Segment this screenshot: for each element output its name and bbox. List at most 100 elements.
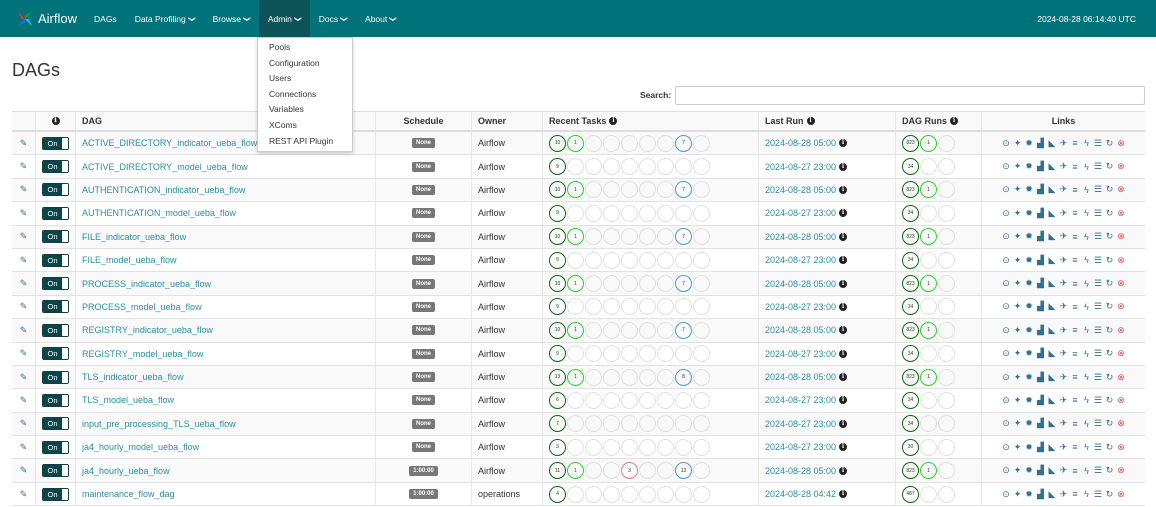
play-circle-icon[interactable]: ⊙ xyxy=(1000,278,1012,289)
task-status-circle[interactable] xyxy=(621,158,638,176)
area-chart-icon[interactable]: ◣ xyxy=(1046,489,1058,500)
task-status-circle[interactable]: 1 xyxy=(567,321,584,339)
bar-chart-icon[interactable]: ▟ xyxy=(1035,465,1047,476)
bolt-icon[interactable]: ϟ xyxy=(1081,279,1093,289)
dag-run-status-circle[interactable] xyxy=(938,275,955,293)
dag-run-status-circle[interactable]: 34 xyxy=(902,204,919,222)
asterisk-icon[interactable]: ✹ xyxy=(1023,465,1035,476)
pin-icon[interactable]: ✦ xyxy=(1012,161,1024,172)
task-status-circle[interactable] xyxy=(585,228,602,246)
dag-link[interactable]: ja4_hourly_model_ueba_flow xyxy=(82,442,199,452)
nav-admin[interactable]: Admin ❯ xyxy=(258,0,310,37)
task-status-circle[interactable]: 13 xyxy=(675,462,692,480)
play-circle-icon[interactable]: ⊙ xyxy=(1000,489,1012,500)
play-circle-icon[interactable]: ⊙ xyxy=(1000,465,1012,476)
task-status-circle[interactable] xyxy=(585,204,602,222)
area-chart-icon[interactable]: ◣ xyxy=(1046,255,1058,266)
pin-icon[interactable]: ✦ xyxy=(1012,138,1024,149)
task-status-circle[interactable] xyxy=(567,485,584,503)
task-status-circle[interactable] xyxy=(639,204,656,222)
refresh-icon[interactable]: ↻ xyxy=(1104,395,1116,406)
area-chart-icon[interactable]: ◣ xyxy=(1046,138,1058,149)
task-status-circle[interactable] xyxy=(657,391,674,409)
edit-icon[interactable]: ✎ xyxy=(20,208,28,219)
task-status-circle[interactable] xyxy=(567,251,584,269)
task-status-circle[interactable] xyxy=(621,391,638,409)
task-status-circle[interactable] xyxy=(603,391,620,409)
dag-link[interactable]: input_pre_processing_TLS_ueba_flow xyxy=(82,419,236,429)
bar-chart-icon[interactable]: ▟ xyxy=(1035,184,1047,195)
task-status-circle[interactable] xyxy=(639,485,656,503)
dag-run-status-circle[interactable]: 1 xyxy=(920,462,937,480)
remove-circle-icon[interactable]: ⊗ xyxy=(1115,184,1127,195)
task-status-circle[interactable] xyxy=(621,485,638,503)
edit-icon[interactable]: ✎ xyxy=(20,465,28,476)
task-status-circle[interactable] xyxy=(693,181,710,199)
task-status-circle[interactable] xyxy=(585,391,602,409)
dag-pause-toggle[interactable]: On xyxy=(42,300,69,314)
bolt-icon[interactable]: ϟ xyxy=(1081,232,1093,242)
task-status-circle[interactable] xyxy=(657,251,674,269)
area-chart-icon[interactable]: ◣ xyxy=(1046,161,1058,172)
task-status-circle[interactable]: 7 xyxy=(675,134,692,152)
play-circle-icon[interactable]: ⊙ xyxy=(1000,372,1012,383)
task-status-circle[interactable] xyxy=(693,321,710,339)
bolt-icon[interactable]: ϟ xyxy=(1081,185,1093,195)
plane-icon[interactable]: ✈ xyxy=(1058,161,1070,172)
dag-run-status-circle[interactable]: 1 xyxy=(920,228,937,246)
dag-pause-toggle[interactable]: On xyxy=(42,393,69,407)
task-status-circle[interactable]: 9 xyxy=(549,251,566,269)
list-icon[interactable]: ☰ xyxy=(1092,418,1104,429)
remove-circle-icon[interactable]: ⊗ xyxy=(1115,442,1127,453)
refresh-icon[interactable]: ↻ xyxy=(1104,138,1116,149)
task-status-circle[interactable] xyxy=(585,158,602,176)
task-status-circle[interactable] xyxy=(657,228,674,246)
dag-link[interactable]: AUTHENTICATION_model_ueba_flow xyxy=(82,208,236,218)
task-status-circle[interactable] xyxy=(675,204,692,222)
last-run-link[interactable]: 2024-08-27 23:00 xyxy=(765,442,836,452)
task-status-circle[interactable] xyxy=(603,462,620,480)
dag-run-status-circle[interactable]: 1 xyxy=(920,275,937,293)
dag-pause-toggle[interactable]: On xyxy=(42,136,69,150)
bar-chart-icon[interactable]: ▟ xyxy=(1035,138,1047,149)
bar-chart-icon[interactable]: ▟ xyxy=(1035,325,1047,336)
dag-run-status-circle[interactable] xyxy=(938,228,955,246)
task-status-circle[interactable] xyxy=(639,134,656,152)
refresh-icon[interactable]: ↻ xyxy=(1104,325,1116,336)
task-status-circle[interactable] xyxy=(675,298,692,316)
task-status-circle[interactable]: 4 xyxy=(549,485,566,503)
dag-run-status-circle[interactable]: 34 xyxy=(902,251,919,269)
task-status-circle[interactable] xyxy=(603,181,620,199)
dag-link[interactable]: ACTIVE_DIRECTORY_indicator_ueba_flow xyxy=(82,138,257,148)
bolt-icon[interactable]: ϟ xyxy=(1081,302,1093,312)
bolt-icon[interactable]: ϟ xyxy=(1081,395,1093,405)
list-icon[interactable]: ☰ xyxy=(1092,138,1104,149)
dag-run-status-circle[interactable] xyxy=(938,438,955,456)
bar-chart-icon[interactable]: ▟ xyxy=(1035,301,1047,312)
play-circle-icon[interactable]: ⊙ xyxy=(1000,184,1012,195)
task-status-circle[interactable] xyxy=(621,251,638,269)
asterisk-icon[interactable]: ✹ xyxy=(1023,301,1035,312)
remove-circle-icon[interactable]: ⊗ xyxy=(1115,465,1127,476)
last-run-link[interactable]: 2024-08-27 23:00 xyxy=(765,419,836,429)
align-left-icon[interactable]: ≡ xyxy=(1069,466,1081,476)
dag-run-status-circle[interactable] xyxy=(938,391,955,409)
task-status-circle[interactable] xyxy=(603,134,620,152)
area-chart-icon[interactable]: ◣ xyxy=(1046,301,1058,312)
bar-chart-icon[interactable]: ▟ xyxy=(1035,161,1047,172)
task-status-circle[interactable] xyxy=(657,415,674,433)
task-status-circle[interactable]: 3 xyxy=(621,462,638,480)
task-status-circle[interactable]: 1 xyxy=(567,228,584,246)
edit-icon[interactable]: ✎ xyxy=(20,348,28,359)
dag-pause-toggle[interactable]: On xyxy=(42,183,69,197)
dag-link[interactable]: ACTIVE_DIRECTORY_model_ueba_flow xyxy=(82,162,248,172)
refresh-icon[interactable]: ↻ xyxy=(1104,372,1116,383)
edit-icon[interactable]: ✎ xyxy=(20,395,28,406)
dag-pause-toggle[interactable]: On xyxy=(42,370,69,384)
task-status-circle[interactable] xyxy=(657,438,674,456)
task-status-circle[interactable] xyxy=(693,438,710,456)
asterisk-icon[interactable]: ✹ xyxy=(1023,325,1035,336)
dag-run-status-circle[interactable]: 34 xyxy=(902,298,919,316)
task-status-circle[interactable] xyxy=(585,275,602,293)
pin-icon[interactable]: ✦ xyxy=(1012,465,1024,476)
